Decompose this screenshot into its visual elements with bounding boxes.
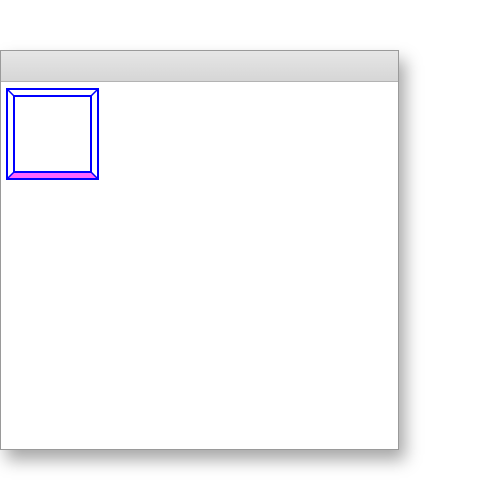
- window-titlebar[interactable]: [1, 51, 398, 82]
- bevel-box-graphic: [6, 88, 99, 180]
- bevel-inner-border: [13, 95, 92, 173]
- window-content: [1, 82, 398, 449]
- bevel-box[interactable]: [6, 88, 99, 180]
- bevel-outer-border: [6, 88, 99, 180]
- bevel-right-face: [91, 89, 98, 179]
- bevel-top-face: [7, 89, 98, 96]
- bevel-left-face: [7, 89, 14, 179]
- bevel-bottom-face: [7, 172, 98, 179]
- app-window: [0, 50, 399, 450]
